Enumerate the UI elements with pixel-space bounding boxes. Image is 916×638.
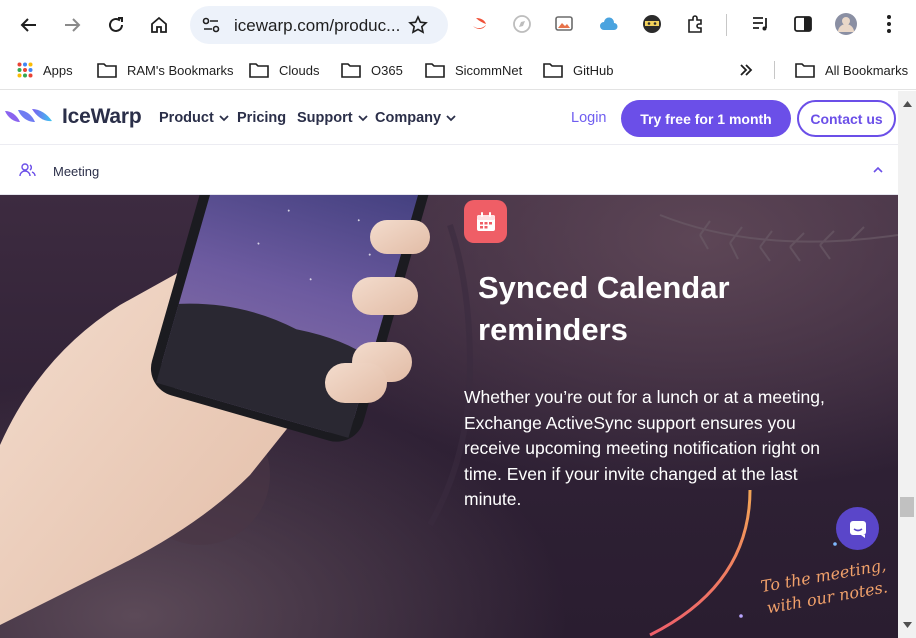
try-free-button[interactable]: Try free for 1 month <box>621 100 791 137</box>
bookmark-label: Apps <box>43 62 73 78</box>
apps-grid-icon <box>17 62 33 78</box>
contact-us-button[interactable]: Contact us <box>797 100 896 137</box>
login-link[interactable]: Login <box>571 110 606 126</box>
bookmark-folder-o365[interactable]: O365 <box>341 59 403 81</box>
menu-label: Product <box>159 110 214 126</box>
compass-extension-icon[interactable] <box>510 12 534 36</box>
folder-icon <box>425 63 445 78</box>
folder-icon <box>543 63 563 78</box>
chat-icon <box>849 520 866 538</box>
media-control-icon[interactable] <box>749 12 773 36</box>
subnav-label: Meeting <box>53 164 100 179</box>
bookmarks-bar: Apps RAM's Bookmarks Clouds O365 SicommN… <box>0 50 916 90</box>
chevron-down-icon <box>357 114 368 121</box>
ninja-extension-icon[interactable] <box>640 12 664 36</box>
all-bookmarks-button[interactable]: All Bookmarks <box>795 59 908 81</box>
forward-button[interactable] <box>57 10 87 40</box>
browser-toolbar: icewarp.com/produc... <box>0 0 916 50</box>
scroll-up-arrow-icon <box>903 101 912 107</box>
site-header: IceWarp Product Pricing Support Company … <box>0 91 898 145</box>
forward-arrow-icon <box>65 18 81 32</box>
address-bar[interactable]: icewarp.com/produc... <box>190 6 448 44</box>
chevron-up-icon <box>873 166 883 173</box>
section-subnav[interactable]: Meeting <box>0 145 898 195</box>
home-button[interactable] <box>144 10 174 40</box>
bookmark-label: RAM's Bookmarks <box>127 62 234 78</box>
web-page: IceWarp Product Pricing Support Company … <box>0 91 898 638</box>
bookmark-label: All Bookmarks <box>825 62 909 78</box>
double-chevron-right-icon <box>740 64 753 76</box>
chevron-down-icon <box>446 114 456 121</box>
url-text: icewarp.com/produc... <box>234 16 401 35</box>
bookmark-apps[interactable]: Apps <box>17 59 73 81</box>
reload-button[interactable] <box>101 10 131 40</box>
menu-company[interactable]: Company <box>375 110 456 126</box>
image-extension-icon[interactable] <box>553 12 577 36</box>
menu-pricing[interactable]: Pricing <box>237 110 286 126</box>
bookmarks-overflow-button[interactable] <box>739 59 763 81</box>
chat-launcher-button[interactable] <box>836 507 879 550</box>
folder-icon <box>341 63 361 78</box>
home-icon <box>151 16 167 33</box>
reload-icon <box>109 17 123 32</box>
menu-support[interactable]: Support <box>297 110 368 126</box>
back-button[interactable] <box>14 10 44 40</box>
scroll-thumb[interactable] <box>900 497 914 517</box>
site-info-icon <box>202 17 220 33</box>
side-panel-icon[interactable] <box>791 12 815 36</box>
menu-label: Support <box>297 110 353 126</box>
menu-product[interactable]: Product <box>159 110 229 126</box>
bookmark-folder-sicommnet[interactable]: SicommNet <box>425 59 522 81</box>
folder-icon <box>97 63 117 78</box>
profile-avatar[interactable] <box>834 12 858 36</box>
bookmark-label: GitHub <box>573 62 614 78</box>
bookmark-label: SicommNet <box>455 62 523 78</box>
swift-extension-icon[interactable] <box>468 12 492 36</box>
bookmark-folder-clouds[interactable]: Clouds <box>249 59 319 81</box>
icewarp-logo[interactable]: IceWarp <box>4 105 142 129</box>
hero-title: Synced Calendar reminders <box>478 270 730 347</box>
bookmark-folder-rams[interactable]: RAM's Bookmarks <box>97 59 234 81</box>
folder-icon <box>249 63 269 78</box>
folder-icon <box>795 63 815 78</box>
bookmark-star-icon <box>408 15 428 34</box>
hero-section: Synced Calendar reminders Whether you’re… <box>0 195 898 638</box>
menu-label: Pricing <box>237 110 287 126</box>
bookmark-label: Clouds <box>279 62 320 78</box>
browser-menu-icon[interactable] <box>877 12 901 36</box>
cloud-extension-icon[interactable] <box>597 12 621 36</box>
bookmark-label: O365 <box>371 62 403 78</box>
chevron-down-icon <box>219 114 229 121</box>
extensions-puzzle-icon[interactable] <box>684 12 708 36</box>
icewarp-wings-icon <box>5 109 52 122</box>
calendar-badge <box>464 200 507 243</box>
brand-name: IceWarp <box>62 105 142 128</box>
calendar-icon <box>476 211 495 231</box>
page-scrollbar[interactable] <box>898 91 916 638</box>
scroll-down-arrow-icon <box>903 622 912 628</box>
people-icon <box>19 163 36 177</box>
hero-description: Whether you’re out for a lunch or at a m… <box>464 387 825 509</box>
back-arrow-icon <box>20 18 36 32</box>
bookmark-folder-github[interactable]: GitHub <box>543 59 613 81</box>
menu-label: Company <box>375 110 442 126</box>
